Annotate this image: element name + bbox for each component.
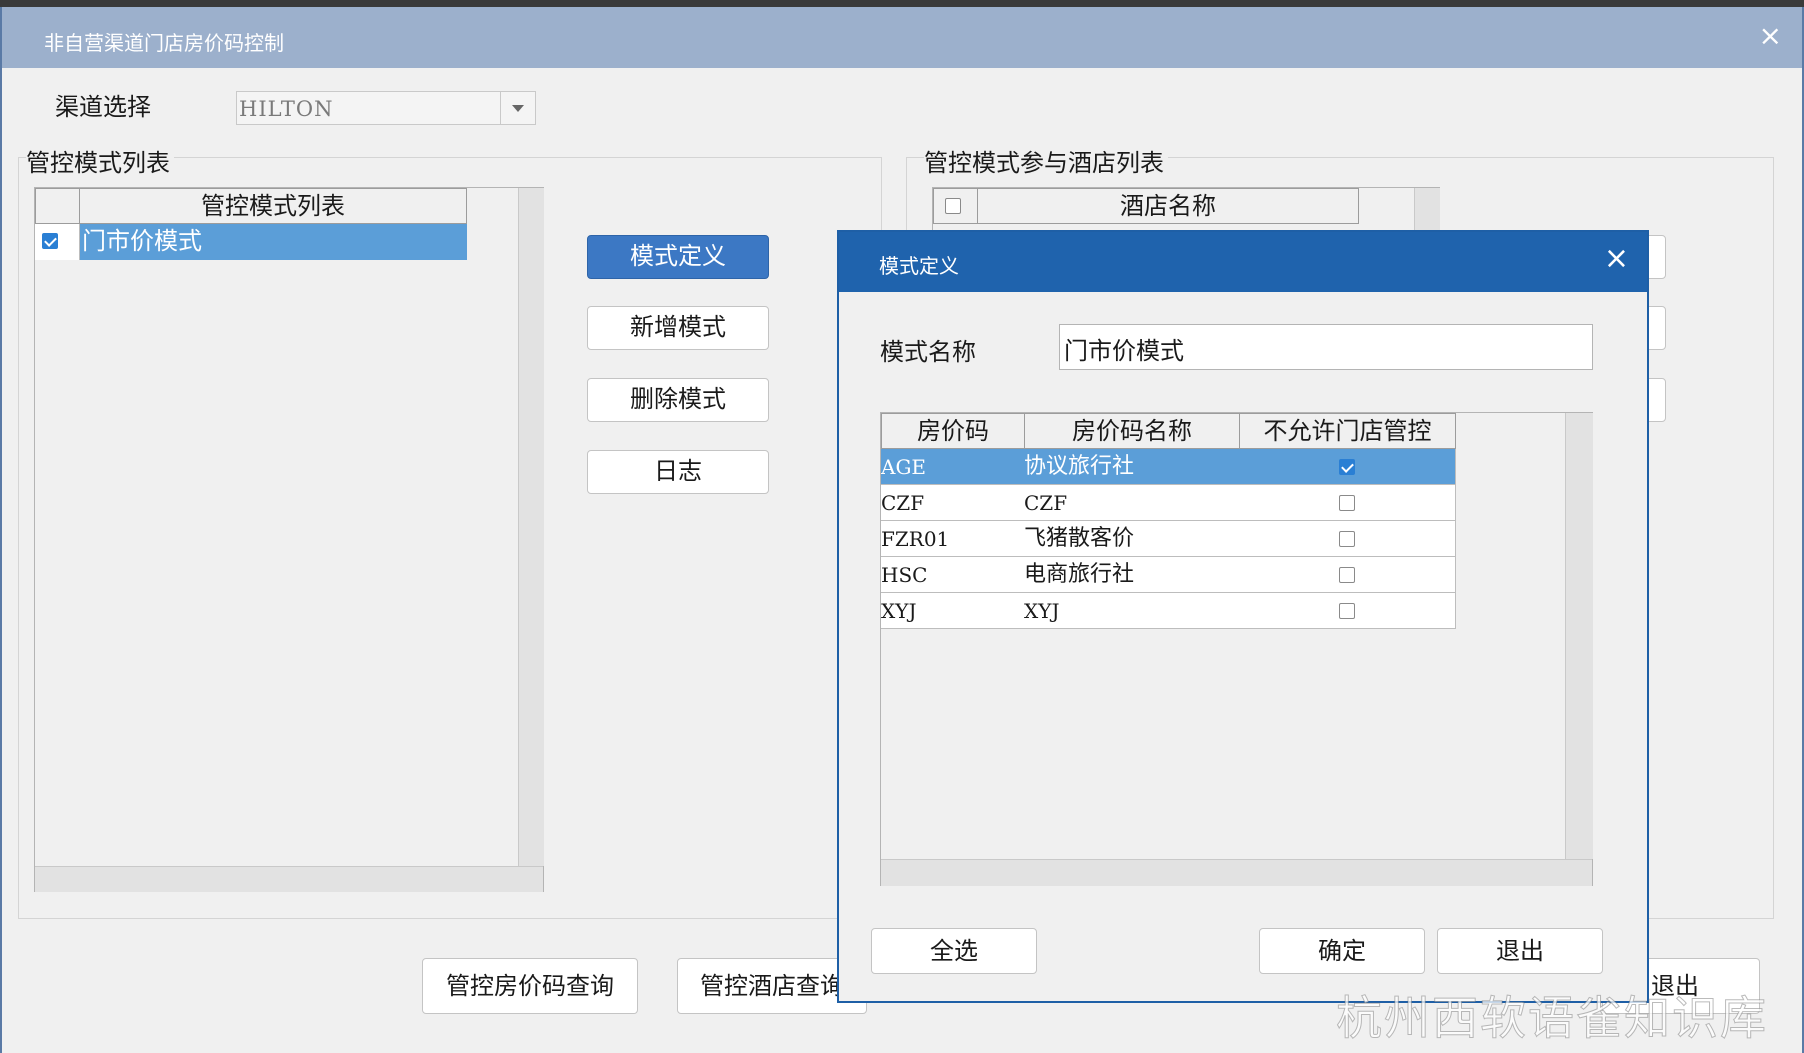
block-control-checkbox[interactable] — [1339, 603, 1355, 619]
table-row[interactable]: FZR01 飞猪散客价 — [881, 521, 1456, 557]
block-control-cell — [1239, 593, 1456, 629]
left-group-caption: 管控模式列表 — [26, 143, 174, 178]
block-control-cell — [1239, 449, 1456, 485]
block-control-cell — [1239, 485, 1456, 521]
rate-name-cell: 协议旅行社 — [1024, 449, 1240, 485]
window-close-icon[interactable]: × — [1759, 21, 1782, 51]
window-titlebar: 非自营渠道门店房价码控制 × — [2, 7, 1802, 68]
channel-select[interactable]: HILTON — [236, 91, 536, 125]
column-header-rate-code[interactable]: 房价码 — [881, 413, 1025, 449]
log-button[interactable]: 日志 — [587, 450, 769, 494]
block-control-checkbox[interactable] — [1339, 567, 1355, 583]
dialog-close-icon[interactable]: × — [1604, 244, 1629, 274]
mode-row-check-cell — [35, 224, 80, 260]
block-control-cell — [1239, 521, 1456, 557]
channel-label: 渠道选择 — [55, 93, 151, 121]
rate-code-cell: CZF — [881, 485, 1025, 521]
rate-code-cell: XYJ — [881, 593, 1025, 629]
hotel-select-all-checkbox[interactable] — [945, 198, 961, 214]
rate-table-hscrollbar[interactable] — [881, 859, 1592, 886]
column-header-block-store-control[interactable]: 不允许门店管控 — [1239, 413, 1456, 449]
rate-code-table: 房价码 房价码名称 不允许门店管控 AGE 协议旅行社 CZF CZF FZR0… — [880, 412, 1593, 886]
table-row[interactable]: XYJ XYJ — [881, 593, 1456, 629]
dialog-titlebar: 模式定义 × — [839, 232, 1647, 292]
rate-name-cell: CZF — [1024, 485, 1240, 521]
select-all-button[interactable]: 全选 — [871, 928, 1037, 974]
mode-name-input[interactable]: 门市价模式 — [1059, 324, 1593, 370]
rate-code-cell: HSC — [881, 557, 1025, 593]
rate-name-cell: 电商旅行社 — [1024, 557, 1240, 593]
rate-name-cell: 飞猪散客价 — [1024, 521, 1240, 557]
rate-code-query-button[interactable]: 管控房价码查询 — [422, 958, 638, 1014]
add-mode-button[interactable]: 新增模式 — [587, 306, 769, 350]
mode-name-label: 模式名称 — [880, 338, 976, 366]
right-group-caption: 管控模式参与酒店列表 — [924, 143, 1168, 178]
mode-list-grid: 管控模式列表 门市价模式 — [34, 187, 544, 892]
rate-name-cell: XYJ — [1024, 593, 1240, 629]
table-row[interactable]: AGE 协议旅行社 — [881, 449, 1456, 485]
block-control-checkbox[interactable] — [1339, 495, 1355, 511]
mode-row-name: 门市价模式 — [80, 224, 467, 260]
watermark-text: 杭州西软语雀知识库 — [1336, 991, 1768, 1046]
block-control-checkbox[interactable] — [1339, 531, 1355, 547]
hotel-list-check-header — [933, 188, 978, 224]
chevron-down-icon[interactable] — [500, 92, 535, 124]
rate-table-vscrollbar[interactable] — [1565, 413, 1593, 859]
mode-define-button[interactable]: 模式定义 — [587, 235, 769, 279]
mode-list-vscrollbar[interactable] — [518, 188, 544, 866]
rate-code-cell: AGE — [881, 449, 1025, 485]
mode-list-row[interactable]: 门市价模式 — [35, 224, 467, 260]
confirm-button[interactable]: 确定 — [1259, 928, 1425, 974]
mode-definition-dialog: 模式定义 × 模式名称 门市价模式 房价码 房价码名称 不允许门店管控 AGE … — [837, 230, 1649, 1003]
mode-list-corner-header — [35, 188, 80, 224]
block-control-checkbox[interactable] — [1339, 459, 1355, 475]
mode-list-column-header[interactable]: 管控模式列表 — [79, 188, 467, 224]
mode-list-hscrollbar[interactable] — [35, 866, 543, 892]
delete-mode-button[interactable]: 删除模式 — [587, 378, 769, 422]
dialog-title: 模式定义 — [879, 254, 959, 278]
block-control-cell — [1239, 557, 1456, 593]
table-row[interactable]: CZF CZF — [881, 485, 1456, 521]
rate-code-cell: FZR01 — [881, 521, 1025, 557]
dialog-exit-button[interactable]: 退出 — [1437, 928, 1603, 974]
column-header-rate-name[interactable]: 房价码名称 — [1024, 413, 1240, 449]
window-title: 非自营渠道门店房价码控制 — [44, 31, 284, 55]
mode-row-checkbox[interactable] — [42, 233, 58, 249]
table-row[interactable]: HSC 电商旅行社 — [881, 557, 1456, 593]
hotel-name-column-header[interactable]: 酒店名称 — [977, 188, 1359, 224]
channel-select-value: HILTON — [239, 97, 334, 121]
